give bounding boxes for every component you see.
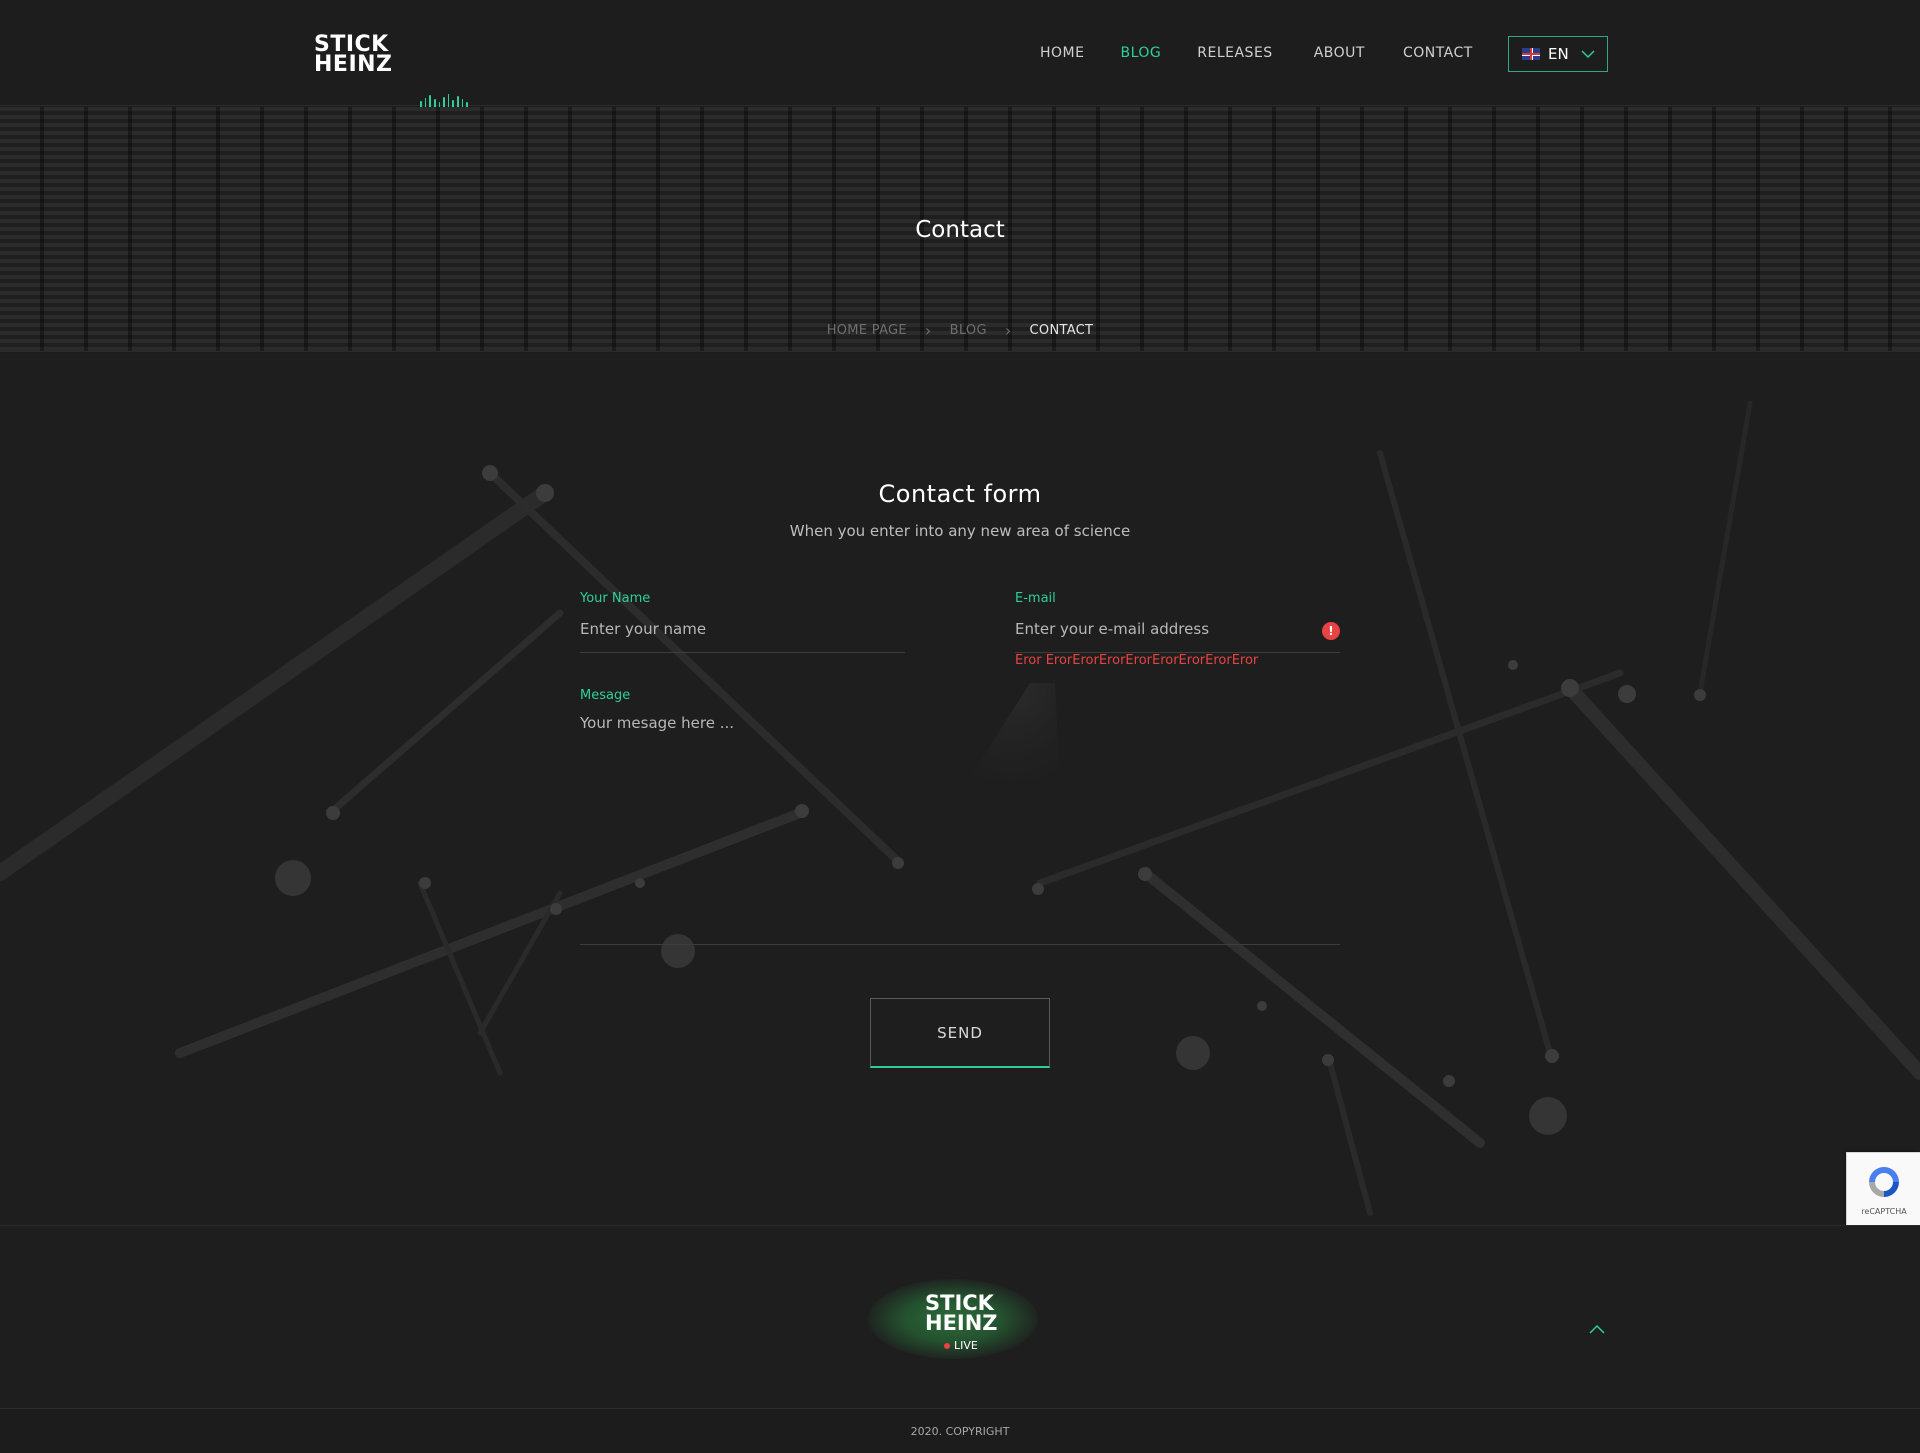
live-label: LIVE	[954, 1339, 978, 1352]
footer-logo: STICK HEINZ	[925, 1291, 998, 1335]
form-title: Contact form	[878, 480, 1042, 508]
error-icon: !	[1322, 622, 1340, 640]
uk-flag-icon	[1522, 48, 1540, 60]
chevron-right-icon: ›	[1004, 321, 1012, 340]
name-input[interactable]	[580, 617, 905, 653]
copyright-bar: 2020. COPYRIGHT	[0, 1408, 1920, 1453]
language-label: EN	[1548, 45, 1569, 63]
nav-contact[interactable]: CONTACT	[1403, 45, 1473, 61]
contact-section: Contact form When you enter into any new…	[0, 353, 1920, 1225]
language-selector[interactable]: EN	[1508, 36, 1608, 72]
breadcrumb-home[interactable]: HOME PAGE	[827, 323, 907, 338]
main-nav: HOME BLOG RELEASES ABOUT CONTACT	[1040, 45, 1509, 61]
message-textarea[interactable]	[580, 714, 1340, 945]
email-input[interactable]	[1015, 617, 1340, 653]
recaptcha-badge[interactable]: reCAPTCHA	[1846, 1152, 1920, 1226]
footer-logo-block[interactable]: STICK HEINZ LIVE	[858, 1271, 1048, 1376]
footer-logo-line1: STICK	[925, 1291, 994, 1315]
breadcrumb: HOME PAGE › BLOG › CONTACT	[0, 321, 1920, 340]
recaptcha-icon	[1869, 1167, 1899, 1197]
breadcrumb-blog[interactable]: BLOG	[950, 323, 987, 338]
name-label: Your Name	[580, 591, 651, 606]
chevron-down-icon	[1581, 50, 1595, 59]
nav-about[interactable]: ABOUT	[1314, 45, 1365, 61]
page-banner: Contact	[0, 107, 1920, 352]
form-subtitle: When you enter into any new area of scie…	[789, 522, 1131, 540]
logo-line2: HEINZ	[314, 52, 393, 77]
site-logo[interactable]: STICK HEINZ	[314, 34, 393, 77]
footer-logo-line2: HEINZ	[925, 1311, 998, 1335]
site-header: STICK HEINZ HOME BLOG RELEASES ABOUT CON…	[0, 0, 1920, 106]
live-badge: LIVE	[944, 1339, 978, 1352]
page-title: Contact	[915, 217, 1005, 243]
scroll-to-top-icon[interactable]	[1588, 1321, 1606, 1339]
recaptcha-label: reCAPTCHA	[1861, 1207, 1907, 1216]
nav-blog[interactable]: BLOG	[1120, 45, 1161, 61]
message-label: Mesage	[580, 688, 631, 703]
live-dot-icon	[944, 1342, 950, 1349]
copyright-text: 2020. COPYRIGHT	[910, 1425, 1010, 1438]
chevron-right-icon: ›	[924, 321, 932, 340]
nav-releases[interactable]: RELEASES	[1197, 45, 1272, 61]
site-footer: STICK HEINZ LIVE	[0, 1225, 1920, 1408]
email-error-message: Eror ErorErorErorErorErorErorErorEror	[1015, 653, 1259, 668]
nav-home[interactable]: HOME	[1040, 45, 1084, 61]
breadcrumb-contact: CONTACT	[1029, 323, 1094, 338]
email-label: E-mail	[1015, 591, 1056, 606]
send-button[interactable]: SEND	[870, 998, 1050, 1068]
